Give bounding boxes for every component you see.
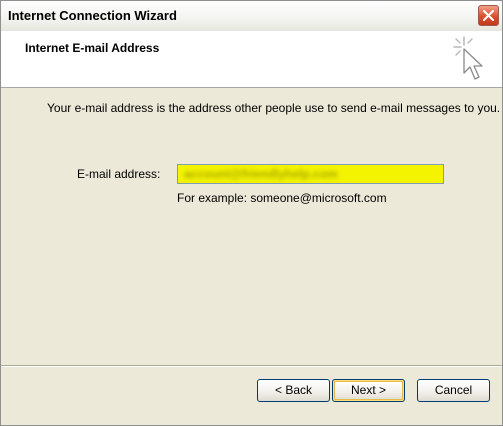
wizard-window: Internet Connection Wizard Internet E-ma… — [0, 0, 503, 426]
email-example-text: For example: someone@microsoft.com — [177, 191, 387, 205]
close-button[interactable] — [478, 5, 499, 26]
window-title: Internet Connection Wizard — [8, 8, 177, 23]
wizard-content: Your e-mail address is the address other… — [1, 89, 502, 365]
intro-text: Your e-mail address is the address other… — [47, 101, 501, 115]
back-button[interactable]: < Back — [257, 379, 330, 402]
email-field[interactable]: account@friendlyhelp.com — [177, 164, 444, 184]
email-value: account@friendlyhelp.com — [184, 167, 338, 181]
page-title: Internet E-mail Address — [25, 41, 160, 55]
wizard-cursor-icon — [453, 36, 483, 80]
title-bar[interactable]: Internet Connection Wizard — [1, 1, 502, 32]
cancel-button[interactable]: Cancel — [417, 379, 490, 402]
wizard-header: Internet E-mail Address — [1, 31, 502, 88]
close-icon — [483, 10, 494, 21]
email-label: E-mail address: — [77, 167, 161, 181]
footer-divider — [1, 365, 502, 367]
next-button[interactable]: Next > — [332, 379, 405, 402]
